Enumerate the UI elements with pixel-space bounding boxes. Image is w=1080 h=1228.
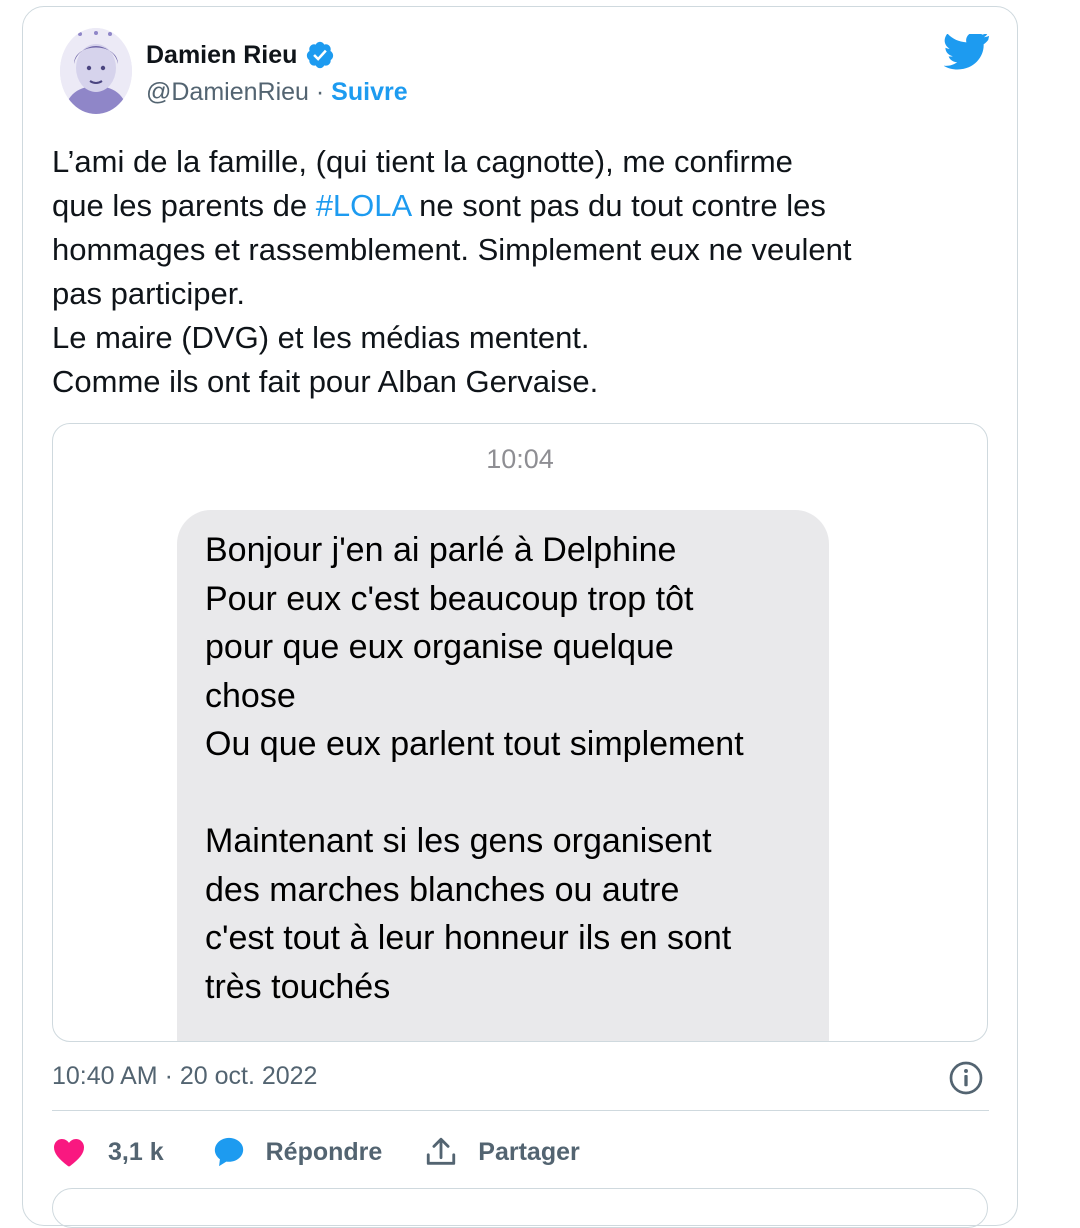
avatar[interactable] bbox=[60, 28, 132, 114]
avatar-image bbox=[60, 28, 132, 114]
tweet-timestamp[interactable]: 10:40 AM · 20 oct. 2022 bbox=[52, 1062, 317, 1091]
share-label: Partager bbox=[478, 1137, 580, 1166]
message-time: 10:04 bbox=[486, 444, 554, 474]
tweet-media-image[interactable]: 10:04 Bonjour j'en ai parlé à Delphine P… bbox=[52, 423, 988, 1042]
next-card-edge bbox=[52, 1188, 988, 1228]
like-count: 3,1 k bbox=[108, 1137, 164, 1166]
reply-bubble-icon bbox=[214, 1137, 243, 1167]
tweet-actions: 3,1 k Répondre Partager bbox=[52, 1128, 580, 1176]
like-button[interactable]: 3,1 k bbox=[52, 1137, 164, 1167]
message-bubble: Bonjour j'en ai parlé à Delphine Pour eu… bbox=[177, 510, 829, 1041]
info-icon[interactable] bbox=[948, 1060, 984, 1096]
twitter-bird-icon[interactable] bbox=[944, 34, 990, 72]
share-icon bbox=[427, 1137, 456, 1165]
verified-badge-icon bbox=[307, 41, 334, 69]
author-name-row[interactable]: Damien Rieu bbox=[146, 40, 335, 70]
heart-icon bbox=[54, 1139, 84, 1167]
author-handle-line: @DamienRieu · Suivre bbox=[146, 78, 408, 107]
reply-label: Répondre bbox=[265, 1137, 383, 1166]
tweet-text: L’ami de la famille, (qui tient la cagno… bbox=[52, 140, 1002, 404]
hashtag-link[interactable]: #LOLA bbox=[316, 188, 411, 223]
author-display-name[interactable]: Damien Rieu bbox=[146, 41, 297, 70]
reply-button[interactable]: Répondre bbox=[212, 1135, 383, 1169]
handle-separator: · bbox=[308, 78, 332, 106]
author-handle[interactable]: @DamienRieu bbox=[146, 78, 309, 106]
follow-button[interactable]: Suivre bbox=[331, 78, 407, 106]
share-button[interactable]: Partager bbox=[424, 1135, 580, 1169]
divider bbox=[52, 1110, 989, 1111]
